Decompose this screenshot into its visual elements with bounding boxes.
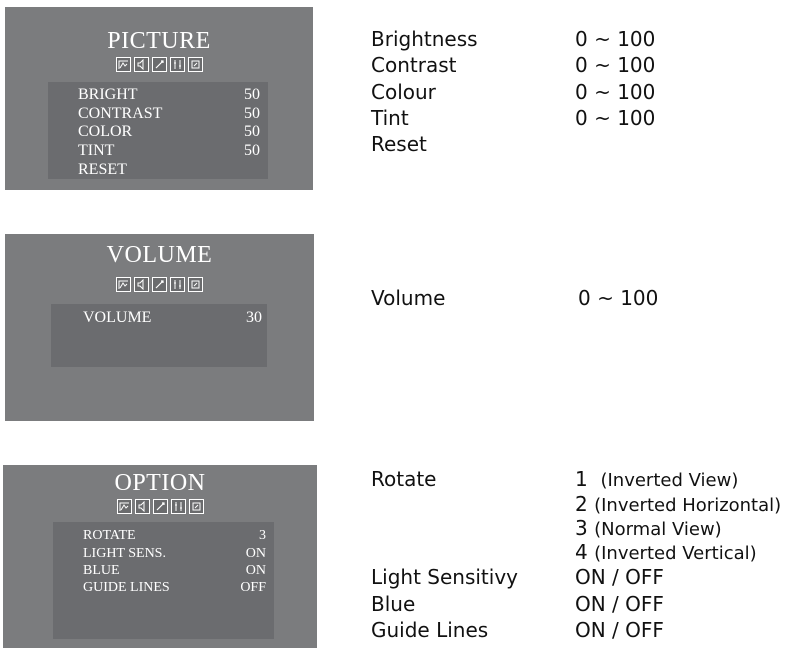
rotate-option-number: 4 bbox=[575, 540, 588, 564]
menu-item-label: LIGHT SENS. bbox=[83, 546, 166, 561]
rotate-option-number: 1 bbox=[575, 467, 588, 491]
rotate-option-text: (Inverted View) bbox=[600, 470, 739, 491]
menu-item-value: ON bbox=[245, 546, 266, 561]
menu-item-label: COLOR bbox=[78, 123, 133, 140]
desc-label: Reset bbox=[371, 132, 427, 156]
picture-menu-icon[interactable] bbox=[116, 277, 131, 292]
rotate-option: 4 (Inverted Vertical) bbox=[575, 542, 757, 563]
rotate-option-text: (Normal View) bbox=[594, 519, 722, 540]
menu-item-tint[interactable]: TINT 50 bbox=[78, 142, 260, 160]
rotate-option-text: (Inverted Vertical) bbox=[594, 543, 757, 564]
menu-item-label: GUIDE LINES bbox=[83, 580, 170, 595]
setup-menu-icon[interactable] bbox=[151, 57, 167, 72]
picture-menu-list: BRIGHT 50 CONTRAST 50 COLOR 50 TINT 50 R… bbox=[48, 82, 268, 179]
menu-item-light-sens[interactable]: LIGHT SENS. ON bbox=[83, 546, 266, 562]
menu-item-volume[interactable]: VOLUME 30 bbox=[83, 309, 262, 327]
menu-item-guide-lines[interactable]: GUIDE LINES OFF bbox=[83, 580, 266, 596]
desc-label: Brightness bbox=[371, 27, 478, 51]
desc-range: ON / OFF bbox=[575, 592, 664, 616]
menu-item-label: RESET bbox=[78, 161, 127, 178]
menu-item-color[interactable]: COLOR 50 bbox=[78, 123, 260, 141]
menu-item-contrast[interactable]: CONTRAST 50 bbox=[78, 105, 260, 123]
menu-icon-row bbox=[5, 277, 314, 294]
exit-menu-icon[interactable] bbox=[188, 277, 203, 292]
volume-menu-icon[interactable] bbox=[134, 499, 150, 514]
menu-item-value: 3 bbox=[259, 528, 266, 543]
option-osd-screen: OPTION ROTATE 3 LIGHT SENS. ON BLUE ON G… bbox=[3, 465, 317, 648]
desc-label: Contrast bbox=[371, 53, 457, 77]
volume-menu-list: VOLUME 30 bbox=[51, 304, 267, 367]
setup-menu-icon[interactable] bbox=[152, 277, 167, 292]
desc-label: Rotate bbox=[371, 467, 437, 491]
menu-item-label: BLUE bbox=[83, 563, 120, 578]
option-menu-icon[interactable] bbox=[170, 277, 185, 292]
rotate-option-number: 2 bbox=[575, 492, 588, 516]
picture-osd-title: PICTURE bbox=[107, 28, 211, 54]
menu-item-blue[interactable]: BLUE ON bbox=[83, 563, 266, 579]
desc-range: 0 ~ 100 bbox=[575, 106, 656, 130]
menu-item-reset[interactable]: RESET bbox=[78, 161, 260, 179]
volume-osd-title: VOLUME bbox=[106, 242, 213, 268]
rotate-option: 3 (Normal View) bbox=[575, 518, 722, 539]
menu-item-value: 50 bbox=[244, 123, 260, 140]
desc-range: ON / OFF bbox=[575, 565, 664, 589]
rotate-option: 2 (Inverted Horizontal) bbox=[575, 494, 781, 515]
menu-item-label: ROTATE bbox=[83, 528, 136, 543]
menu-item-label: VOLUME bbox=[83, 309, 152, 326]
picture-menu-icon[interactable] bbox=[115, 57, 131, 72]
menu-item-value: ON bbox=[245, 563, 266, 578]
menu-icon-row bbox=[5, 57, 313, 74]
volume-menu-icon[interactable] bbox=[134, 277, 149, 292]
menu-item-value: 50 bbox=[244, 86, 260, 103]
menu-item-label: BRIGHT bbox=[78, 86, 138, 103]
rotate-option-text: (Inverted Horizontal) bbox=[594, 495, 782, 516]
volume-osd-screen: VOLUME VOLUME 30 bbox=[5, 234, 314, 421]
menu-item-label: CONTRAST bbox=[78, 105, 163, 122]
exit-menu-icon[interactable] bbox=[187, 57, 203, 72]
menu-item-value: 50 bbox=[244, 105, 260, 122]
desc-range: ON / OFF bbox=[575, 618, 664, 642]
desc-label: Light Sensitivy bbox=[371, 565, 518, 589]
desc-label: Volume bbox=[371, 286, 446, 310]
menu-item-label: TINT bbox=[78, 142, 115, 159]
option-menu-icon[interactable] bbox=[169, 57, 185, 72]
desc-range: 0 ~ 100 bbox=[575, 80, 656, 104]
picture-menu-icon[interactable] bbox=[116, 499, 132, 514]
setup-menu-icon[interactable] bbox=[152, 499, 168, 514]
exit-menu-icon[interactable] bbox=[188, 499, 204, 514]
volume-menu-icon[interactable] bbox=[133, 57, 149, 72]
menu-icon-row bbox=[3, 499, 317, 516]
option-menu-icon[interactable] bbox=[170, 499, 186, 514]
rotate-option: 1 (Inverted View) bbox=[575, 469, 738, 490]
option-menu-list: ROTATE 3 LIGHT SENS. ON BLUE ON GUIDE LI… bbox=[53, 522, 274, 639]
rotate-option-number: 3 bbox=[575, 516, 588, 540]
desc-label: Blue bbox=[371, 592, 416, 616]
menu-item-value: OFF bbox=[240, 580, 266, 595]
option-osd-title: OPTION bbox=[114, 470, 206, 496]
desc-label: Colour bbox=[371, 80, 436, 104]
desc-label: Guide Lines bbox=[371, 618, 489, 642]
desc-range: 0 ~ 100 bbox=[575, 53, 656, 77]
desc-range: 0 ~ 100 bbox=[575, 27, 656, 51]
picture-osd-screen: PICTURE BRIGHT 50 CONTRAST 50 COLOR 50 T… bbox=[5, 7, 313, 190]
menu-item-bright[interactable]: BRIGHT 50 bbox=[78, 86, 260, 104]
menu-item-rotate[interactable]: ROTATE 3 bbox=[83, 528, 266, 544]
desc-label: Tint bbox=[371, 106, 409, 130]
menu-item-value: 50 bbox=[244, 142, 260, 159]
desc-range: 0 ~ 100 bbox=[578, 286, 659, 310]
menu-item-value: 30 bbox=[246, 309, 262, 326]
